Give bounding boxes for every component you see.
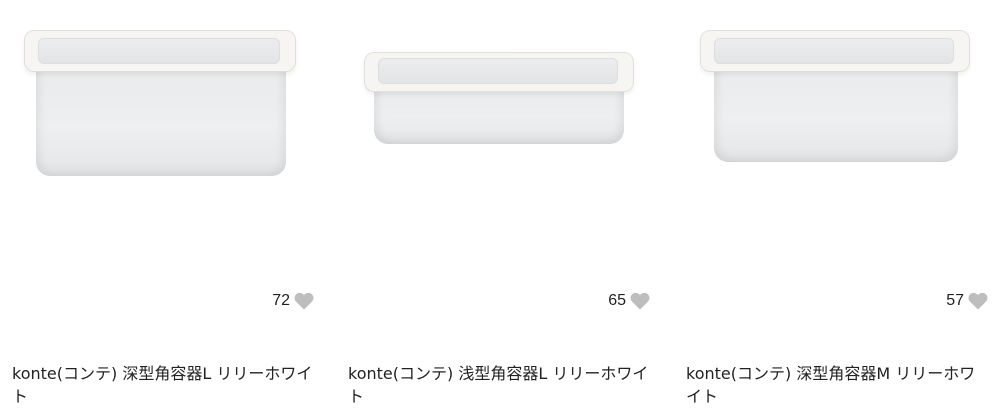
product-image[interactable] [676, 0, 994, 290]
product-title[interactable]: konte(コンテ) 深型角容器M リリーホワイト [686, 362, 991, 408]
product-title[interactable]: konte(コンテ) 深型角容器L リリーホワイト [12, 362, 317, 408]
heart-icon[interactable] [968, 292, 988, 310]
enamel-container-image [700, 28, 972, 164]
product-card[interactable]: 57 konte(コンテ) 深型角容器M リリーホワイト [676, 0, 994, 414]
like-button[interactable]: 72 [272, 290, 314, 312]
product-image[interactable] [338, 0, 656, 290]
heart-icon[interactable] [294, 292, 314, 310]
product-card[interactable]: 72 konte(コンテ) 深型角容器L リリーホワイト [2, 0, 320, 414]
product-image[interactable] [2, 0, 320, 290]
like-count: 72 [272, 292, 290, 309]
product-grid: 72 konte(コンテ) 深型角容器L リリーホワイト 65 konte(コン… [0, 0, 994, 414]
product-title[interactable]: konte(コンテ) 浅型角容器L リリーホワイト [348, 362, 653, 408]
container-lid [38, 38, 280, 64]
like-button[interactable]: 57 [946, 290, 988, 312]
like-count: 57 [946, 292, 964, 309]
container-lid [714, 38, 954, 64]
like-count: 65 [608, 292, 626, 309]
container-body [36, 58, 286, 176]
enamel-container-image [364, 50, 634, 146]
enamel-container-image [24, 28, 298, 178]
heart-icon[interactable] [630, 292, 650, 310]
like-button[interactable]: 65 [608, 290, 650, 312]
container-lid [378, 58, 618, 84]
product-card[interactable]: 65 konte(コンテ) 浅型角容器L リリーホワイト [338, 0, 656, 414]
